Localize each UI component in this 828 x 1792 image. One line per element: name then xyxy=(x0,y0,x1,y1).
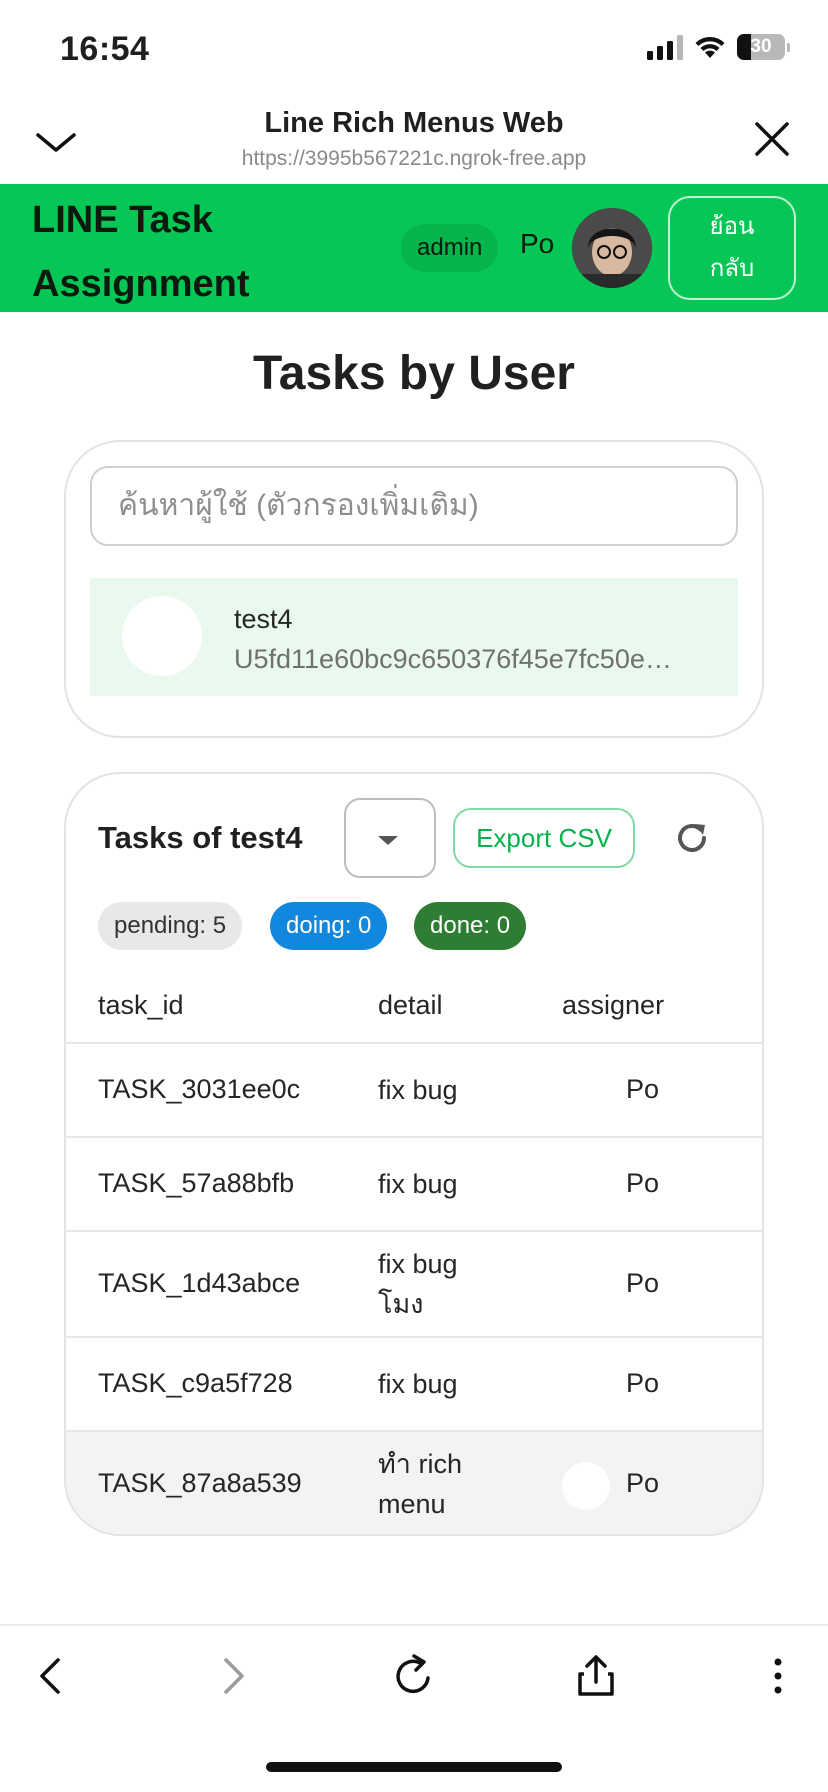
task-detail-cell: fix bug xyxy=(378,1075,458,1105)
table-row[interactable]: TASK_c9a5f728 fix bug Po xyxy=(66,1338,762,1432)
task-assigner-cell: Po xyxy=(626,1468,660,1498)
close-icon[interactable] xyxy=(752,119,792,159)
status-time: 16:54 xyxy=(60,30,150,68)
table-row[interactable]: TASK_87a8a539 ทำ rich menu Po xyxy=(66,1432,762,1534)
task-detail-cell: fix bug โมง xyxy=(378,1249,458,1319)
pending-count-badge: pending: 5 xyxy=(98,902,243,950)
chevron-down-icon xyxy=(378,836,398,845)
task-assigner-cell: Po xyxy=(626,1368,660,1398)
export-csv-button[interactable]: Export CSV xyxy=(453,808,635,868)
browser-page-title: Line Rich Menus Web xyxy=(264,107,564,139)
current-user-name: Po xyxy=(520,228,555,259)
page-title: Tasks by User xyxy=(253,347,575,400)
app-header: LINE Task Assignment admin Po ย้อน กลับ xyxy=(0,184,828,312)
user-search-card: test4 U5fd11e60bc9c650376f45e7fc50e… xyxy=(64,440,764,738)
status-bar: 16:54 30 xyxy=(0,0,828,95)
back-button-label-line1: ย้อน xyxy=(709,213,755,240)
done-count-badge: done: 0 xyxy=(414,902,527,950)
user-item-name: test4 xyxy=(234,604,293,634)
more-icon[interactable] xyxy=(754,1652,802,1700)
tasks-card: Tasks of test4 Export CSV pending: 5 doi… xyxy=(64,772,764,1536)
user-list-item[interactable]: test4 U5fd11e60bc9c650376f45e7fc50e… xyxy=(90,578,738,696)
app-title: LINE Task Assignment xyxy=(32,199,250,305)
forward-icon[interactable] xyxy=(208,1652,256,1700)
task-id-cell: TASK_3031ee0c xyxy=(98,1074,301,1104)
browser-header: Line Rich Menus Web https://3995b567221c… xyxy=(0,95,828,185)
user-item-id: U5fd11e60bc9c650376f45e7fc50e… xyxy=(234,644,672,674)
task-id-cell: TASK_87a8a539 xyxy=(98,1468,302,1498)
status-icons: 30 xyxy=(647,34,790,60)
column-header-detail: detail xyxy=(378,990,443,1020)
back-button-label-line2: กลับ xyxy=(709,255,755,282)
task-assigner-cell: Po xyxy=(626,1268,660,1298)
user-search-input[interactable] xyxy=(90,466,738,546)
role-badge: admin xyxy=(401,224,499,272)
task-id-cell: TASK_1d43abce xyxy=(98,1268,301,1298)
wifi-icon xyxy=(695,36,725,58)
table-row[interactable]: TASK_1d43abce fix bug โมง Po xyxy=(66,1232,762,1338)
status-filter-select[interactable] xyxy=(344,798,436,878)
tasks-title: Tasks of test4 xyxy=(98,820,303,855)
share-icon[interactable] xyxy=(572,1652,620,1700)
user-avatar xyxy=(122,596,202,676)
back-icon[interactable] xyxy=(28,1652,76,1700)
column-header-assigner: assigner xyxy=(562,990,665,1020)
table-row[interactable]: TASK_3031ee0c fix bug Po xyxy=(66,1044,762,1138)
task-detail-cell: fix bug xyxy=(378,1369,458,1399)
battery-icon: 30 xyxy=(737,34,785,60)
browser-url: https://3995b567221c.ngrok-free.app xyxy=(241,147,587,170)
doing-count-badge: doing: 0 xyxy=(270,902,388,950)
cellular-signal-icon xyxy=(647,34,683,60)
battery-level: 30 xyxy=(750,36,772,57)
back-button[interactable]: ย้อน กลับ xyxy=(668,196,796,300)
assigner-avatar xyxy=(562,1462,610,1510)
column-header-task-id: task_id xyxy=(98,990,184,1020)
task-assigner-cell: Po xyxy=(626,1168,660,1198)
reload-icon[interactable] xyxy=(390,1652,438,1700)
home-indicator xyxy=(266,1762,562,1772)
task-detail-cell: ทำ rich menu xyxy=(378,1449,462,1519)
task-assigner-cell: Po xyxy=(626,1074,660,1104)
task-detail-cell: fix bug xyxy=(378,1169,458,1199)
task-id-cell: TASK_c9a5f728 xyxy=(98,1368,293,1398)
refresh-icon[interactable] xyxy=(672,818,712,858)
table-row[interactable]: TASK_57a88bfb fix bug Po xyxy=(66,1138,762,1232)
task-id-cell: TASK_57a88bfb xyxy=(98,1168,295,1198)
browser-toolbar xyxy=(0,1624,828,1724)
avatar[interactable] xyxy=(572,208,652,288)
